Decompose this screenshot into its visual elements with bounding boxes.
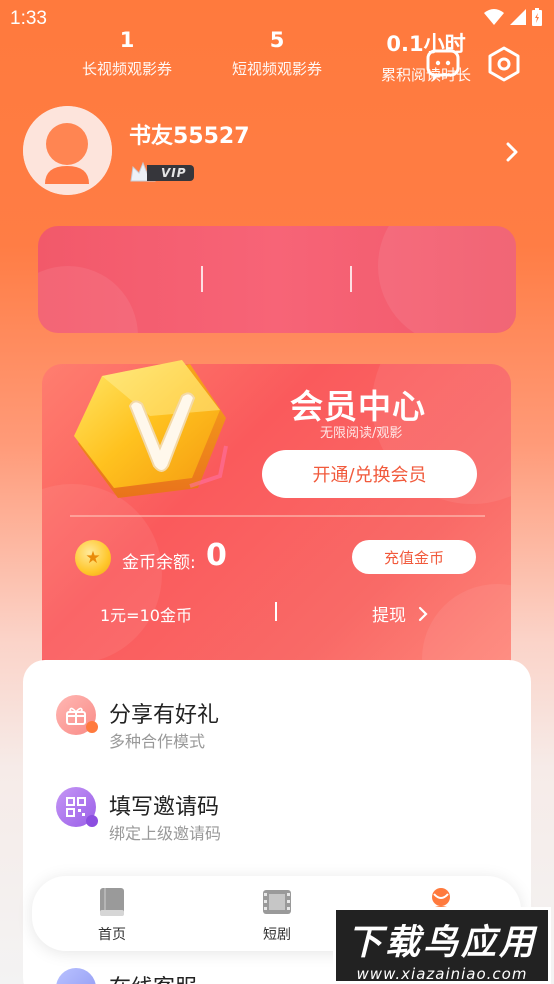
stat-value: 1 [119,28,135,52]
vip-gem-icon [70,356,235,506]
signal-icon [510,9,526,25]
menu-item-title: 填写邀请码 [109,795,220,820]
exchange-rate: 1元=10金币 [100,606,192,625]
stat-value: 5 [269,28,285,52]
vip-badge: VIP [129,160,194,185]
stat-label: 短视频观影券 [231,60,322,78]
stat-long-video[interactable]: 1 长视频观影券 [52,0,202,107]
film-icon [261,886,293,918]
nav-home[interactable]: 首页 [72,886,152,944]
badge-dot [86,721,98,733]
withdraw-link[interactable]: 提现 [372,601,428,626]
headset-icon [56,968,96,984]
stat-short-video[interactable]: 5 短视频观影券 [202,0,352,107]
recharge-coins-button[interactable]: 充值金币 [352,540,476,574]
watermark-logo: 下载鸟应用 www.xiazainiao.com [333,907,551,984]
decor-bubble [378,226,516,333]
member-center-title: 会员中心 [290,387,426,426]
watermark-url: www.xiazainiao.com [356,965,528,983]
book-icon [96,886,128,918]
decor-bubble [38,266,138,333]
coin-balance-value: 0 [206,538,227,573]
stats-card [38,226,516,333]
member-center-subtitle: 无限阅读/观影 [320,426,403,441]
stat-value: 0.1小时 [386,32,466,56]
member-divider [70,515,485,517]
decor-bubble [42,484,162,664]
menu-item-title: 在线客服 [109,970,197,984]
username[interactable]: 书友55527 [129,118,250,150]
menu-item-invite-code[interactable]: 填写邀请码 绑定上级邀请码 [56,787,496,843]
chevron-right-icon [418,606,428,621]
rate-divider [275,602,277,621]
stat-divider [350,266,352,292]
menu-item-subtitle: 绑定上级邀请码 [109,824,222,843]
coin-balance-label: 金币余额: [122,553,196,573]
menu-item-subtitle: 多种合作模式 [109,732,206,751]
vip-label: VIP [147,164,194,181]
battery-icon [532,8,542,26]
nav-label: 短剧 [263,927,291,943]
watermark-text: 下载鸟应用 [346,923,537,963]
stat-reading-time[interactable]: 0.1小时 累积阅读时长 [351,0,501,107]
menu-item-title: 分享有好礼 [109,703,220,728]
status-time: 1:33 [10,8,47,29]
nav-label: 首页 [98,927,126,943]
coin-icon: ★ [75,540,111,576]
avatar[interactable] [23,106,112,195]
stat-divider [201,266,203,292]
withdraw-label: 提现 [372,606,406,626]
menu-item-share[interactable]: 分享有好礼 多种合作模式 [56,695,496,751]
badge-dot [86,815,98,827]
avatar-person-icon [23,106,112,195]
nav-short-drama[interactable]: 短剧 [237,886,317,944]
open-membership-button[interactable]: 开通/兑换会员 [262,450,477,498]
stat-label: 累积阅读时长 [380,66,471,84]
profile-chevron-icon[interactable] [502,140,522,168]
stat-label: 长视频观影券 [81,60,172,78]
